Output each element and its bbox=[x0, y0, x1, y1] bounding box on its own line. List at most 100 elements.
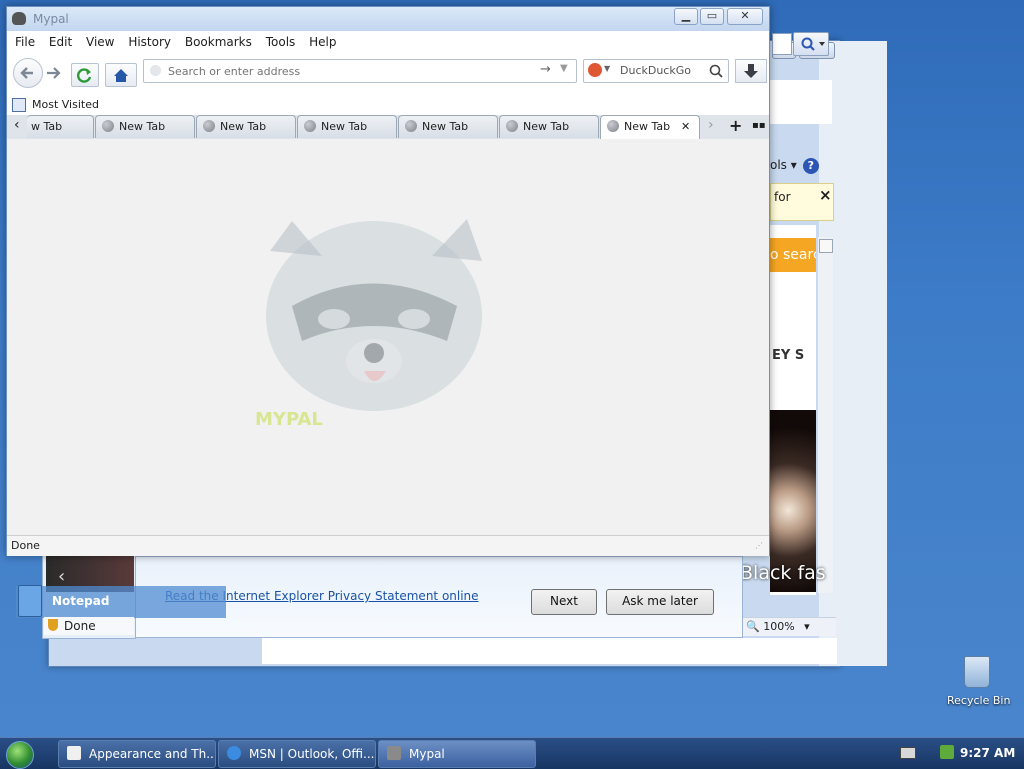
background-status: Done bbox=[44, 617, 134, 635]
engine-dropdown-icon[interactable]: ▼ bbox=[604, 64, 610, 73]
new-tab-button[interactable]: + bbox=[729, 116, 742, 135]
status-text: Done bbox=[11, 539, 40, 552]
menu-bar: File Edit View History Bookmarks Tools H… bbox=[7, 31, 769, 53]
next-button[interactable]: Next bbox=[531, 589, 597, 615]
ie-icon bbox=[227, 746, 241, 760]
menu-edit[interactable]: Edit bbox=[49, 31, 72, 53]
address-input[interactable] bbox=[168, 64, 528, 78]
taskbar-item-mypal[interactable]: Mypal bbox=[378, 740, 536, 768]
downloads-button[interactable] bbox=[735, 59, 767, 83]
ie-scrollbar[interactable] bbox=[817, 237, 833, 593]
globe-icon bbox=[304, 120, 316, 132]
notepad-label[interactable]: Notepad bbox=[52, 594, 109, 608]
shield-icon bbox=[48, 619, 58, 631]
back-button[interactable] bbox=[13, 58, 43, 88]
menu-help[interactable]: Help bbox=[309, 31, 336, 53]
search-icon bbox=[801, 37, 825, 51]
recycle-bin-label[interactable]: Recycle Bin bbox=[947, 694, 1010, 707]
raccoon-logo-icon bbox=[266, 219, 482, 411]
tab-2[interactable]: New Tab bbox=[95, 115, 195, 138]
ie-search-button[interactable] bbox=[793, 32, 829, 56]
ie-bottom-area bbox=[262, 638, 837, 664]
forward-arrow-icon bbox=[47, 67, 61, 79]
taskbar: Appearance and Th... MSN | Outlook, Offi… bbox=[0, 737, 1024, 769]
chevron-down-icon[interactable]: ▾ bbox=[804, 620, 810, 633]
recycle-bin-icon[interactable] bbox=[964, 656, 990, 688]
window-title: Mypal bbox=[33, 12, 69, 26]
notepad-icon[interactable] bbox=[18, 585, 42, 617]
close-button[interactable]: ✕ bbox=[727, 8, 763, 25]
forward-button[interactable] bbox=[43, 62, 65, 84]
menu-tools[interactable]: Tools bbox=[266, 31, 296, 53]
close-icon[interactable]: × bbox=[819, 186, 832, 204]
tab-list-icon[interactable]: ▪▪ bbox=[752, 120, 766, 131]
tab-bar: ‹ w Tab New Tab New Tab New Tab New Tab … bbox=[7, 115, 769, 140]
most-visited-icon[interactable] bbox=[12, 98, 26, 112]
reload-button[interactable] bbox=[71, 63, 99, 87]
ie-status-bar: 🔍 100% ▾ bbox=[742, 617, 836, 636]
search-bar[interactable]: ▼ DuckDuckGo bbox=[583, 59, 729, 83]
globe-icon bbox=[405, 120, 417, 132]
reload-icon bbox=[77, 68, 92, 83]
tab-scroll-right-icon[interactable]: › bbox=[708, 117, 714, 133]
resize-grip-icon[interactable]: ⋰ bbox=[755, 541, 763, 550]
notepad-peek[interactable] bbox=[16, 586, 226, 618]
url-dropdown-icon[interactable]: ▼ bbox=[560, 63, 568, 74]
control-panel-icon bbox=[67, 746, 81, 760]
back-arrow-icon bbox=[20, 67, 33, 79]
url-bar[interactable]: → ▼ bbox=[143, 59, 577, 83]
mypal-icon bbox=[387, 746, 401, 760]
maximize-button[interactable]: ▭ bbox=[700, 8, 724, 25]
menu-view[interactable]: View bbox=[86, 31, 114, 53]
page-content: MYPAL bbox=[7, 139, 769, 535]
most-visited-folder[interactable]: Most Visited bbox=[32, 98, 99, 111]
tab-scroll-left-icon[interactable]: ‹ bbox=[14, 117, 20, 133]
ie-search-banner[interactable]: o search bbox=[770, 238, 816, 272]
mypal-window[interactable]: Mypal ▁ ▭ ✕ File Edit View History Bookm… bbox=[6, 6, 770, 556]
tab-6[interactable]: New Tab bbox=[499, 115, 599, 138]
network-icon[interactable] bbox=[940, 745, 954, 759]
taskbar-item-msn[interactable]: MSN | Outlook, Offi... bbox=[218, 740, 376, 768]
page-globe-icon bbox=[150, 65, 161, 76]
search-engine-label[interactable]: DuckDuckGo bbox=[620, 64, 691, 77]
globe-icon bbox=[203, 120, 215, 132]
tab-5[interactable]: New Tab bbox=[398, 115, 498, 138]
zoom-icon[interactable]: 🔍 bbox=[746, 620, 760, 633]
ie-search-input[interactable] bbox=[772, 33, 792, 55]
menu-history[interactable]: History bbox=[128, 31, 171, 53]
ie-zoom-level[interactable]: 100% bbox=[763, 620, 794, 633]
go-arrow-icon[interactable]: → bbox=[540, 62, 551, 77]
ie-info-bar[interactable]: for × bbox=[770, 183, 834, 221]
start-button[interactable] bbox=[6, 741, 34, 769]
duckduckgo-icon[interactable] bbox=[588, 63, 602, 77]
ie-command-band bbox=[770, 80, 832, 124]
ie-section-heading: EY S bbox=[772, 348, 805, 363]
minimize-button[interactable]: ▁ bbox=[674, 8, 698, 25]
tab-4[interactable]: New Tab bbox=[297, 115, 397, 138]
menu-file[interactable]: File bbox=[15, 31, 35, 53]
clock[interactable]: 9:27 AM bbox=[960, 746, 1015, 760]
home-button[interactable] bbox=[105, 63, 137, 87]
help-icon[interactable]: ? bbox=[802, 158, 819, 174]
tab-1[interactable]: w Tab bbox=[27, 115, 94, 138]
status-bar: Done ⋰ bbox=[7, 535, 769, 556]
search-icon[interactable] bbox=[708, 63, 724, 79]
tab-close-icon[interactable]: ✕ bbox=[681, 116, 690, 138]
globe-icon bbox=[506, 120, 518, 132]
mypal-logo-text: MYPAL bbox=[255, 409, 323, 430]
ie-news-caption[interactable]: Black fas bbox=[740, 562, 826, 584]
bookmarks-toolbar: Most Visited bbox=[7, 95, 769, 115]
tab-3[interactable]: New Tab bbox=[196, 115, 296, 138]
menu-bookmarks[interactable]: Bookmarks bbox=[185, 31, 252, 53]
ie-tools-menu[interactable]: ols ▾? bbox=[770, 158, 830, 178]
scrollbar-thumb[interactable] bbox=[819, 239, 833, 253]
tab-active[interactable]: New Tab ✕ bbox=[600, 115, 700, 139]
title-bar[interactable]: Mypal ▁ ▭ ✕ bbox=[7, 7, 769, 31]
chevron-left-icon[interactable]: ‹ bbox=[58, 566, 65, 587]
globe-icon bbox=[607, 120, 619, 132]
mypal-logo-icon bbox=[12, 12, 26, 25]
home-icon bbox=[114, 69, 128, 82]
ask-me-later-button[interactable]: Ask me later bbox=[606, 589, 714, 615]
taskbar-item-appearance[interactable]: Appearance and Th... bbox=[58, 740, 216, 768]
keyboard-icon[interactable] bbox=[900, 747, 916, 759]
